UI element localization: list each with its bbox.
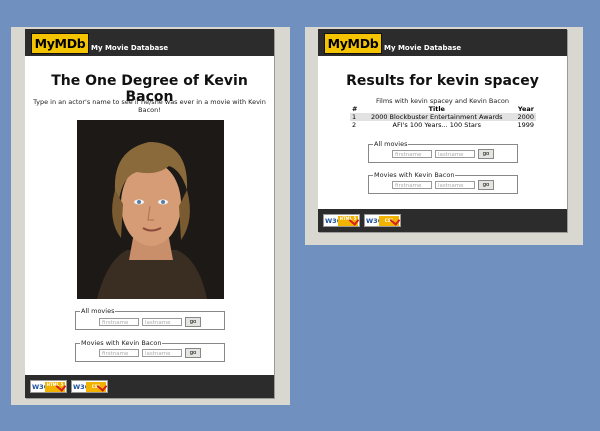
results-table: # Title Year 1 2000 Blockbuster Entertai… [350,105,536,129]
site-logo[interactable]: MyMDb [324,33,382,54]
site-banner: MyMDb My Movie Database [25,29,274,56]
all-movies-lastname-input[interactable]: lastname [435,150,475,158]
bacon-movies-legend: Movies with Kevin Bacon [81,339,162,347]
col-year-header: Year [517,105,534,113]
bacon-movies-legend: Movies with Kevin Bacon [374,171,455,179]
bacon-movies-go-button[interactable]: go [478,180,494,190]
results-caption: Films with kevin spacey and Kevin Bacon [375,97,510,105]
all-movies-legend: All movies [374,140,408,148]
table-row: 1 2000 Blockbuster Entertainment Awards … [350,113,536,121]
all-movies-go-button[interactable]: go [185,317,201,327]
row-year: 1999 [517,121,534,129]
css-validator-badge[interactable]: W3C CSS [364,214,401,227]
table-header-row: # Title Year [350,105,536,113]
all-movies-legend: All movies [81,307,115,315]
kevin-bacon-photo [77,120,224,299]
col-number-header: # [352,105,358,113]
bacon-movies-firstname-input[interactable]: firstname [99,349,139,357]
bacon-movies-firstname-input[interactable]: firstname [392,181,432,189]
bacon-movies-go-button[interactable]: go [185,348,201,358]
site-logo[interactable]: MyMDb [31,33,89,54]
row-title: AFI's 100 Years... 100 Stars [392,121,481,129]
table-row: 2 AFI's 100 Years... 100 Stars 1999 [350,121,536,129]
row-number: 1 [350,113,361,121]
css-validator-badge[interactable]: W3C CSS [71,380,108,393]
all-movies-firstname-input[interactable]: firstname [99,318,139,326]
html5-validator-badge[interactable]: W3C HTML 5 [323,214,360,227]
instructions-text: Type in an actor's name to see if he/she… [33,98,266,114]
results-title: Results for kevin spacey [346,73,539,89]
results-page: MyMDb My Movie Database Results for kevi… [318,29,567,232]
bacon-movies-lastname-input[interactable]: lastname [142,349,182,357]
all-movies-go-button[interactable]: go [478,149,494,159]
all-movies-firstname-input[interactable]: firstname [392,150,432,158]
site-banner: MyMDb My Movie Database [318,29,567,56]
html5-validator-badge[interactable]: W3C HTML 5 [30,380,67,393]
row-number: 2 [352,121,357,129]
all-movies-lastname-input[interactable]: lastname [142,318,182,326]
row-title: 2000 Blockbuster Entertainment Awards [360,113,513,121]
site-title: My Movie Database [91,44,169,52]
page-footer: W3C HTML 5 W3C CSS [318,209,567,232]
site-title: My Movie Database [384,44,462,52]
col-title-header: Title [428,105,445,113]
home-page: MyMDb My Movie Database The One Degree o… [25,29,274,398]
page-footer: W3C HTML 5 W3C CSS [25,375,274,398]
portrait-image [77,120,224,299]
bacon-movies-lastname-input[interactable]: lastname [435,181,475,189]
row-year: 2000 [512,113,536,121]
